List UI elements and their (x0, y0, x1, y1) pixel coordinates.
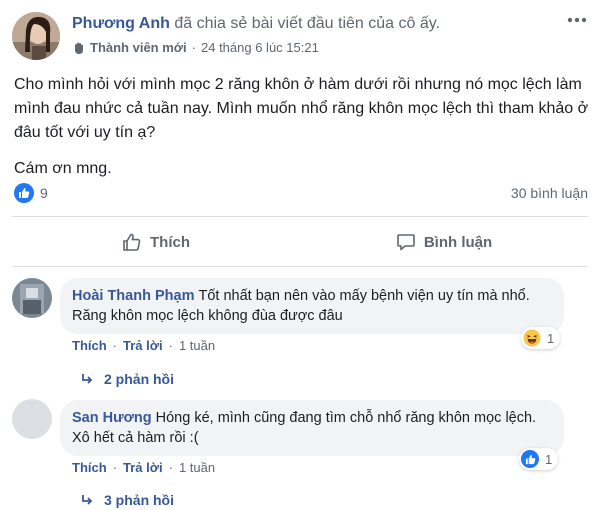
divider (12, 216, 588, 217)
ellipsis-icon (567, 17, 587, 23)
commenter-name[interactable]: San Hương (72, 410, 152, 426)
post-meta: Thành viên mới · 24 tháng 6 lúc 15:21 (72, 40, 319, 55)
comment-actions: Thích · Trả lời · 1 tuần (72, 338, 215, 353)
comment-reply-link[interactable]: Trả lời (123, 338, 163, 353)
meta-separator: · (191, 40, 196, 55)
comment-like-link[interactable]: Thích (72, 338, 107, 353)
comment-time[interactable]: 1 tuần (179, 338, 215, 353)
reaction-count: 1 (547, 330, 555, 346)
author-avatar[interactable] (12, 12, 60, 60)
view-replies-link[interactable]: 3 phản hồi (80, 492, 174, 508)
facebook-post: Phương Anh đã chia sẻ bài viết đầu tiên … (0, 0, 600, 510)
comment-bubble: San Hương Hóng ké, mình cũng đang tìm chỗ… (60, 400, 564, 456)
view-replies-link[interactable]: 2 phản hồi (80, 371, 174, 387)
divider (12, 266, 588, 267)
comment-button[interactable]: Bình luận (300, 226, 588, 258)
replies-count: 3 phản hồi (104, 492, 174, 508)
comment-reaction-count[interactable]: 1 (519, 448, 559, 470)
replies-count: 2 phản hồi (104, 371, 174, 387)
comment-reply-link[interactable]: Trả lời (123, 460, 163, 475)
comment-button-label: Bình luận (423, 233, 493, 251)
comment-bubble: Hoài Thanh Phạm Tốt nhất bạn nên vào mấy … (60, 278, 564, 334)
post-timestamp[interactable]: 24 tháng 6 lúc 15:21 (201, 40, 319, 55)
comment-reaction-count[interactable]: 1 (521, 327, 561, 349)
separator-dot: · (112, 460, 118, 475)
separator-dot: · (168, 460, 173, 475)
author-action-text: đã chia sẻ bài viết đầu tiên của cô ấy. (174, 15, 441, 32)
reply-arrow-icon (82, 374, 93, 384)
post-body: Cho mình hỏi với mình mọc 2 răng khôn ở … (14, 73, 590, 193)
post-paragraph: Cám ơn mng. (14, 160, 112, 177)
commenter-name[interactable]: Hoài Thanh Phạm (72, 288, 194, 304)
like-button-label: Thích (150, 233, 190, 251)
author-line: Phương Anh đã chia sẻ bài viết đầu tiên … (72, 15, 440, 33)
comment-time[interactable]: 1 tuần (179, 460, 215, 475)
waving-hand-icon (72, 41, 86, 55)
author-name[interactable]: Phương Anh (72, 15, 170, 32)
like-button[interactable]: Thích (12, 226, 300, 258)
like-reaction-icon (521, 450, 539, 468)
like-reaction-icon (14, 183, 34, 203)
like-count: 9 (40, 185, 48, 201)
reply-arrow-icon (82, 495, 93, 505)
post-paragraph: Cho mình hỏi với mình mọc 2 răng khôn ở … (14, 76, 589, 141)
reaction-count: 1 (545, 451, 553, 467)
commenter-avatar[interactable] (12, 278, 52, 318)
reaction-summary[interactable]: 9 (14, 183, 48, 203)
comment-count[interactable]: 30 bình luận (511, 185, 588, 201)
haha-emoji-icon (523, 329, 541, 347)
comment-icon (397, 234, 415, 251)
member-badge[interactable]: Thành viên mới (90, 40, 187, 55)
separator-dot: · (168, 338, 173, 353)
comment-actions: Thích · Trả lời · 1 tuần (72, 460, 215, 475)
commenter-avatar[interactable] (12, 399, 52, 439)
more-options-button[interactable] (564, 10, 590, 30)
comment-like-link[interactable]: Thích (72, 460, 107, 475)
separator-dot: · (112, 338, 118, 353)
thumbs-up-icon (123, 233, 141, 251)
